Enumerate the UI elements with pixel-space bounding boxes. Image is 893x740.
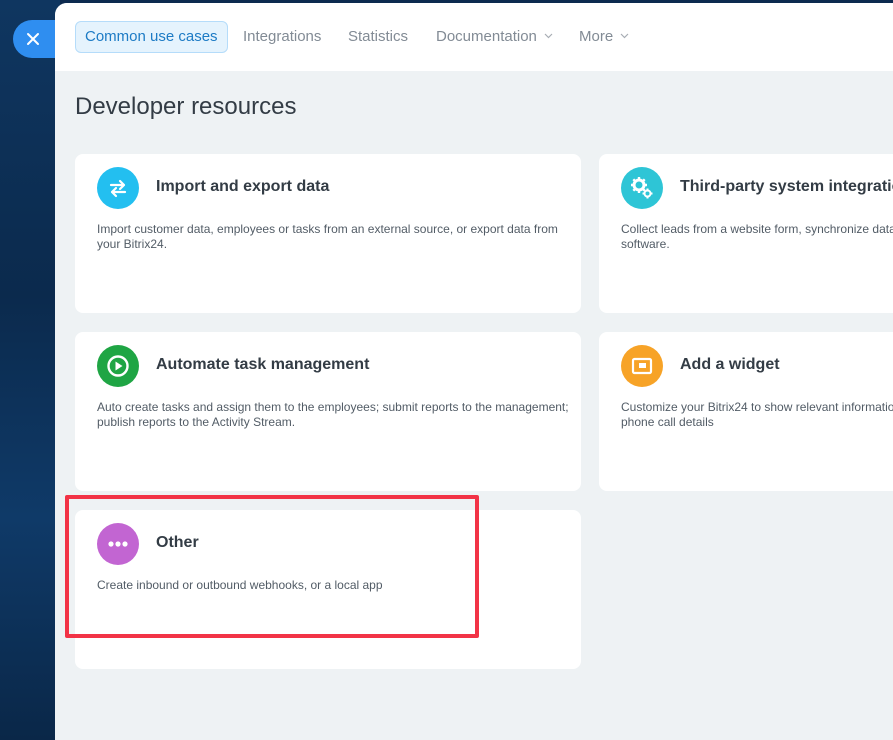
tab-more[interactable]: More xyxy=(579,21,629,53)
tab-common-use-cases[interactable]: Common use cases xyxy=(75,21,228,53)
card-title: Add a widget xyxy=(680,356,780,373)
card-import-export[interactable]: Import and export data Import customer d… xyxy=(75,154,581,313)
chevron-down-icon xyxy=(620,33,629,39)
top-navigation: Common use cases Integrations Statistics… xyxy=(55,3,893,71)
chevron-down-icon xyxy=(544,33,553,39)
card-description: Customize your Bitrix24 to show relevant… xyxy=(621,400,893,429)
play-icon xyxy=(97,345,139,387)
card-title: Import and export data xyxy=(156,178,330,195)
widget-icon xyxy=(621,345,663,387)
import-export-icon xyxy=(97,167,139,209)
card-add-widget[interactable]: Add a widget Customize your Bitrix24 to … xyxy=(599,332,893,491)
highlight-annotation-box xyxy=(65,495,479,638)
close-slider-button[interactable] xyxy=(13,20,61,58)
card-description: Import customer data, employees or tasks… xyxy=(97,222,558,251)
card-title: Third-party system integrations xyxy=(680,178,893,195)
close-icon xyxy=(27,33,39,45)
tab-integrations[interactable]: Integrations xyxy=(243,21,321,53)
tab-documentation[interactable]: Documentation xyxy=(436,21,553,53)
tab-statistics[interactable]: Statistics xyxy=(348,21,408,53)
card-third-party-integrations[interactable]: Third-party system integrations Collect … xyxy=(599,154,893,313)
gears-icon xyxy=(621,167,663,209)
background-page xyxy=(0,0,60,740)
card-automate-tasks[interactable]: Automate task management Auto create tas… xyxy=(75,332,581,491)
tab-label: More xyxy=(579,28,614,45)
card-title: Automate task management xyxy=(156,356,370,373)
card-description: Auto create tasks and assign them to the… xyxy=(97,400,569,429)
tab-label: Statistics xyxy=(348,28,409,45)
page-title: Developer resources xyxy=(75,93,297,120)
tab-label: Common use cases xyxy=(85,28,218,45)
tab-label: Integrations xyxy=(243,28,322,45)
card-description: Collect leads from a website form, synch… xyxy=(621,222,893,251)
tab-label: Documentation xyxy=(436,28,537,45)
